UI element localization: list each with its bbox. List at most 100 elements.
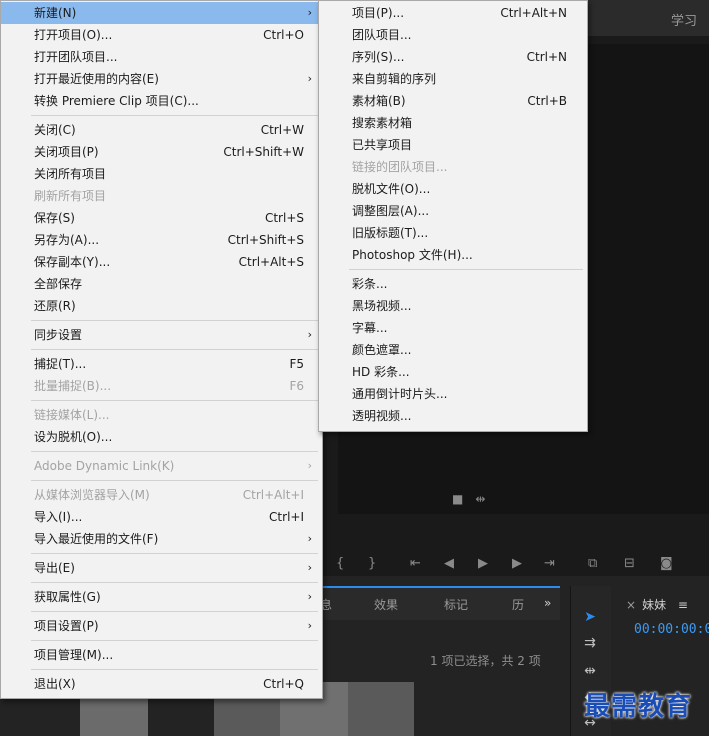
menu-item-label: 序列(S)... — [352, 50, 405, 64]
menu-separator — [31, 669, 318, 670]
menu-item-label: 关闭所有项目 — [34, 167, 107, 181]
menu-item-项目[interactable]: 项目(P)... Ctrl+Alt+N — [319, 2, 587, 24]
menu-item-通用倒计时片头[interactable]: 通用倒计时片头... — [319, 383, 587, 405]
tab-effects[interactable]: 效果 — [374, 596, 398, 613]
menu-item-导出[interactable]: 导出(E) › — [1, 557, 322, 579]
menu-item-同步设置[interactable]: 同步设置 › — [1, 324, 322, 346]
menu-separator — [31, 320, 318, 321]
menu-item-旧版标题[interactable]: 旧版标题(T)... — [319, 222, 587, 244]
chevron-right-icon: › — [307, 72, 312, 85]
menu-item-打开项目[interactable]: 打开项目(O)... Ctrl+O — [1, 24, 322, 46]
menu-item-彩条[interactable]: 彩条... — [319, 273, 587, 295]
menu-item-label: 通用倒计时片头... — [352, 387, 448, 401]
menu-item-关闭[interactable]: 关闭(C) Ctrl+W — [1, 119, 322, 141]
insert-icon[interactable]: ⧉ — [588, 556, 597, 571]
track-select-tool-icon[interactable]: ⇉ — [578, 632, 602, 654]
play-icon[interactable]: ▶ — [478, 556, 488, 571]
menu-item-label: 刷新所有项目 — [34, 189, 107, 203]
menu-item-label: 批量捕捉(B)... — [34, 379, 112, 393]
menu-item-已共享项目[interactable]: 已共享项目 — [319, 134, 587, 156]
go-to-out-icon[interactable]: ⇥ — [544, 556, 555, 571]
ripple-edit-tool-icon[interactable]: ⇹ — [578, 660, 602, 682]
menu-item-label: 来自剪辑的序列 — [352, 72, 437, 86]
chevron-right-icon: › — [307, 459, 312, 472]
menu-item-label: 保存(S) — [34, 211, 75, 225]
tab-history[interactable]: 历 — [512, 596, 524, 613]
menu-item-打开最近使用的内容[interactable]: 打开最近使用的内容(E) › — [1, 68, 322, 90]
menu-item-透明视频[interactable]: 透明视频... — [319, 405, 587, 427]
menu-separator — [31, 480, 318, 481]
menu-item-关闭项目[interactable]: 关闭项目(P) Ctrl+Shift+W — [1, 141, 322, 163]
menu-item-新建[interactable]: 新建(N) › — [1, 2, 322, 24]
menu-item-素材箱[interactable]: 素材箱(B) Ctrl+B — [319, 90, 587, 112]
sequence-tab[interactable]: × 妹妹 ≡ — [626, 596, 688, 613]
menu-item-导入最近使用的文件[interactable]: 导入最近使用的文件(F) › — [1, 528, 322, 550]
menu-item-序列[interactable]: 序列(S)... Ctrl+N — [319, 46, 587, 68]
menu-item-label: 从媒体浏览器导入(M) — [34, 488, 150, 502]
chevron-right-icon: › — [307, 590, 312, 603]
menu-item-设为脱机[interactable]: 设为脱机(O)... — [1, 426, 322, 448]
menu-item-label: 打开项目(O)... — [34, 28, 113, 42]
menu-item-shortcut: Ctrl+N — [526, 50, 567, 64]
menu-item-项目管理[interactable]: 项目管理(M)... — [1, 644, 322, 666]
menu-item-label: 关闭(C) — [34, 123, 76, 137]
menu-item-黑场视频[interactable]: 黑场视频... — [319, 295, 587, 317]
overwrite-icon[interactable]: ⊟ — [624, 556, 635, 571]
menu-item-label: 团队项目... — [352, 28, 412, 42]
export-frame-icon[interactable]: ◙ — [660, 556, 673, 571]
tab-markers[interactable]: 标记 — [444, 596, 468, 613]
menu-item-调整图层[interactable]: 调整图层(A)... — [319, 200, 587, 222]
menu-item-来自剪辑的序列[interactable]: 来自剪辑的序列 — [319, 68, 587, 90]
menu-item-label: 彩条... — [352, 277, 388, 291]
menu-item-shortcut: Ctrl+Alt+I — [242, 488, 304, 502]
step-forward-icon[interactable]: ▶ — [512, 556, 522, 571]
menu-item-保存[interactable]: 保存(S) Ctrl+S — [1, 207, 322, 229]
menu-item-label: HD 彩条... — [352, 365, 410, 379]
menu-item-还原[interactable]: 还原(R) — [1, 295, 322, 317]
menu-item-转换-premiere-clip-项目[interactable]: 转换 Premiere Clip 项目(C)... — [1, 90, 322, 112]
watermark: 最需教育 — [584, 692, 693, 722]
menu-item-退出[interactable]: 退出(X) Ctrl+Q — [1, 673, 322, 695]
chevron-right-icon: › — [307, 532, 312, 545]
safe-margins-icon[interactable]: ■ — [452, 492, 475, 506]
selection-info: 1 项已选择，共 2 项 — [430, 654, 541, 668]
menu-item-搜索素材箱[interactable]: 搜索素材箱 — [319, 112, 587, 134]
menu-item-字幕[interactable]: 字幕... — [319, 317, 587, 339]
menu-item-保存副本[interactable]: 保存副本(Y)... Ctrl+Alt+S — [1, 251, 322, 273]
menu-item-脱机文件[interactable]: 脱机文件(O)... — [319, 178, 587, 200]
mark-out-icon[interactable]: } — [368, 556, 376, 571]
menu-item-photoshop-文件[interactable]: Photoshop 文件(H)... — [319, 244, 587, 266]
menu-item-另存为[interactable]: 另存为(A)... Ctrl+Shift+S — [1, 229, 322, 251]
selection-tool-icon[interactable]: ➤ — [578, 606, 602, 628]
menu-item-label: 获取属性(G) — [34, 590, 101, 604]
mark-in-icon[interactable]: { — [336, 556, 344, 571]
menu-item-获取属性[interactable]: 获取属性(G) › — [1, 586, 322, 608]
timeline-timecode[interactable]: 00:00:00:0 — [634, 622, 709, 637]
menu-item-打开团队项目[interactable]: 打开团队项目... — [1, 46, 322, 68]
menu-item-label: 项目管理(M)... — [34, 648, 114, 662]
project-panel-tabs: 息 效果 标记 历 » — [318, 586, 560, 620]
menu-item-label: 调整图层(A)... — [352, 204, 430, 218]
panel-menu-icon[interactable]: ≡ — [678, 598, 688, 612]
transport-controls: { } ⇤ ◀ ▶ ▶ ⇥ ⧉ ⊟ ◙ — [318, 552, 709, 578]
menu-item-label: 链接媒体(L)... — [34, 408, 110, 422]
menu-item-项目设置[interactable]: 项目设置(P) › — [1, 615, 322, 637]
menu-item-全部保存[interactable]: 全部保存 — [1, 273, 322, 295]
menu-item-label: 颜色遮罩... — [352, 343, 412, 357]
workspace-learn-tab[interactable]: 学习 — [671, 10, 697, 29]
menu-item-关闭所有项目[interactable]: 关闭所有项目 — [1, 163, 322, 185]
menu-item-label: 另存为(A)... — [34, 233, 100, 247]
go-to-in-icon[interactable]: ⇤ — [410, 556, 421, 571]
menu-item-颜色遮罩[interactable]: 颜色遮罩... — [319, 339, 587, 361]
trim-icon[interactable]: ⇹ — [475, 492, 497, 506]
step-back-icon[interactable]: ◀ — [444, 556, 454, 571]
menu-item-团队项目[interactable]: 团队项目... — [319, 24, 587, 46]
close-icon[interactable]: × — [626, 598, 636, 612]
menu-item-捕捉[interactable]: 捕捉(T)... F5 — [1, 353, 322, 375]
panel-overflow-button[interactable]: » — [544, 596, 551, 610]
menu-item-导入[interactable]: 导入(I)... Ctrl+I — [1, 506, 322, 528]
menu-item-label: 黑场视频... — [352, 299, 412, 313]
menu-item-label: 同步设置 — [34, 328, 83, 342]
menu-item-shortcut: Ctrl+B — [527, 94, 567, 108]
menu-item-hd-彩条[interactable]: HD 彩条... — [319, 361, 587, 383]
